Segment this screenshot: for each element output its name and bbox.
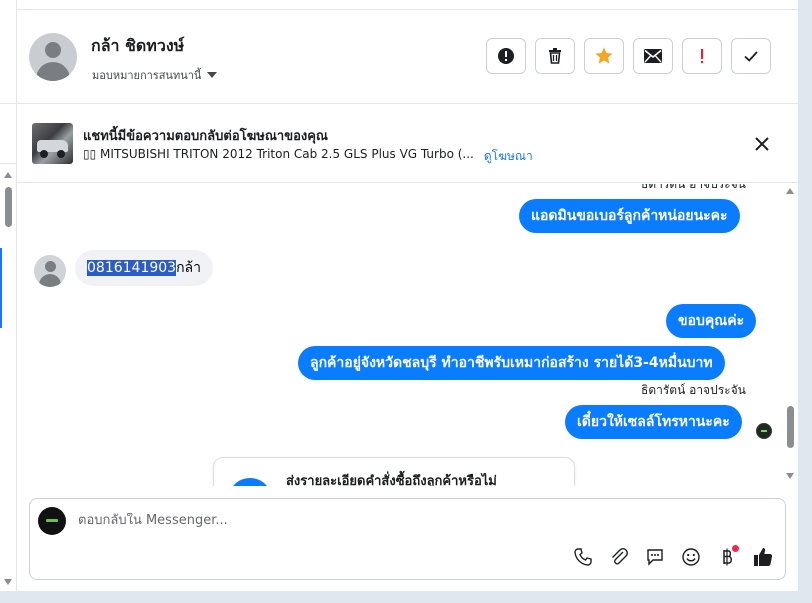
order-icon [228, 478, 272, 486]
sender-name: ธิดารัตน์ อาจประจัน [641, 383, 746, 397]
star-button[interactable] [584, 38, 624, 74]
ad-name-prefix: ▯▯ [83, 147, 97, 161]
mark-spam-button[interactable] [682, 38, 722, 74]
view-ad-link[interactable]: ดูโฆษณา [484, 147, 533, 166]
attach-button[interactable] [607, 545, 631, 569]
scroll-down-arrow[interactable] [786, 473, 794, 479]
left-scrollbar[interactable] [0, 0, 17, 591]
check-icon [744, 51, 758, 62]
divider [0, 163, 17, 164]
seen-avatar-icon [756, 423, 772, 439]
saved-replies-button[interactable] [643, 545, 667, 569]
message-composer [29, 498, 786, 580]
message-thread[interactable]: ธิดารัตน์ อาจประจัน แอดมินขอเบอร์ลูกค้าห… [17, 184, 783, 486]
header-actions [486, 38, 771, 74]
incoming-message[interactable]: 0816141903กล้า [75, 250, 213, 286]
conversation-header: กล้า ชิดทวงษ์ มอบหมายการสนทนานี้ [17, 10, 798, 104]
like-button[interactable] [751, 545, 775, 569]
car-wheel [40, 150, 48, 158]
composer-tools [571, 545, 775, 569]
spam-icon [701, 49, 704, 64]
outgoing-message[interactable]: แอดมินขอเบอร์ลูกค้าหน่อยนะคะ [519, 199, 740, 233]
report-icon [498, 48, 514, 64]
message-text: กล้า [176, 260, 201, 276]
notification-dot [732, 545, 739, 552]
avatar-head [45, 261, 56, 272]
page-background-bottom [0, 591, 812, 603]
sender-name: ธิดารัตน์ อาจประจัน [641, 184, 746, 191]
order-card-text: ส่งรายละเอียดคำสั่งซื้อถึงลูกค้าหรือไม่ [286, 474, 497, 486]
avatar-body [36, 62, 70, 81]
ad-thumbnail[interactable] [32, 123, 73, 164]
scrollbar-thumb[interactable] [5, 187, 12, 227]
contact-avatar[interactable] [29, 33, 77, 81]
chevron-down-icon [207, 72, 218, 78]
star-icon [595, 47, 613, 64]
customer-avatar[interactable] [34, 255, 66, 287]
ad-banner-title: แชทนี้มีข้อความตอบกลับต่อโฆษณาของคุณ [83, 129, 328, 144]
scroll-down-arrow[interactable] [4, 579, 12, 585]
reply-input[interactable] [78, 513, 678, 528]
mark-done-button[interactable] [731, 38, 771, 74]
page-avatar [38, 507, 66, 535]
ad-name: ▯▯ MITSUBISHI TRITON 2012 Triton Cab 2.5… [83, 147, 474, 166]
scroll-up-arrow[interactable] [4, 172, 12, 178]
order-details-card[interactable]: ส่งรายละเอียดคำสั่งซื้อถึงลูกค้าหรือไม่ [213, 457, 575, 486]
mail-button[interactable] [633, 38, 673, 74]
avatar-body [39, 274, 61, 287]
scroll-up-arrow[interactable] [786, 188, 794, 194]
phone-icon [574, 548, 592, 566]
ad-name-text: MITSUBISHI TRITON 2012 Triton Cab 2.5 GL… [100, 147, 474, 161]
scrollbar-thumb[interactable] [787, 406, 794, 448]
avatar-head [45, 42, 61, 58]
close-icon[interactable] [754, 136, 770, 152]
mail-icon [644, 49, 662, 63]
emoji-icon [682, 548, 700, 566]
outgoing-message[interactable]: ลูกค้าอยู่จังหวัดชลบุรี ทำอาชีพรับเหมาก่… [298, 346, 725, 380]
outgoing-message[interactable]: ขอบคุณค่ะ [666, 304, 757, 338]
message-scrollbar[interactable] [783, 184, 798, 486]
assign-conversation-dropdown[interactable]: มอบหมายการสนทนานี้ [92, 66, 218, 84]
report-button[interactable] [486, 38, 526, 74]
car-wheel [57, 150, 65, 158]
delete-button[interactable] [535, 38, 575, 74]
trash-icon [549, 48, 561, 64]
conversation-panel: กล้า ชิดทวงษ์ มอบหมายการสนทนานี้ แชทนี้ม… [17, 0, 798, 591]
like-icon [754, 548, 773, 566]
assign-label: มอบหมายการสนทนานี้ [92, 69, 202, 82]
call-button[interactable] [571, 545, 595, 569]
active-indicator [0, 248, 2, 328]
ad-reply-banner: แชทนี้มีข้อความตอบกลับต่อโฆษณาของคุณ ▯▯ … [17, 105, 798, 183]
contact-name[interactable]: กล้า ชิดทวงษ์ [91, 34, 184, 59]
comment-icon [647, 549, 663, 566]
divider [0, 103, 17, 104]
page-background-right [798, 0, 812, 603]
payment-button[interactable] [715, 545, 739, 569]
emoji-button[interactable] [679, 545, 703, 569]
attachment-icon [612, 548, 628, 565]
outgoing-message[interactable]: เดี๋ยวให้เซลล์โทรหานะคะ [565, 405, 742, 439]
selected-text[interactable]: 0816141903 [87, 260, 177, 276]
ad-banner-subtitle: ▯▯ MITSUBISHI TRITON 2012 Triton Cab 2.5… [83, 147, 533, 166]
